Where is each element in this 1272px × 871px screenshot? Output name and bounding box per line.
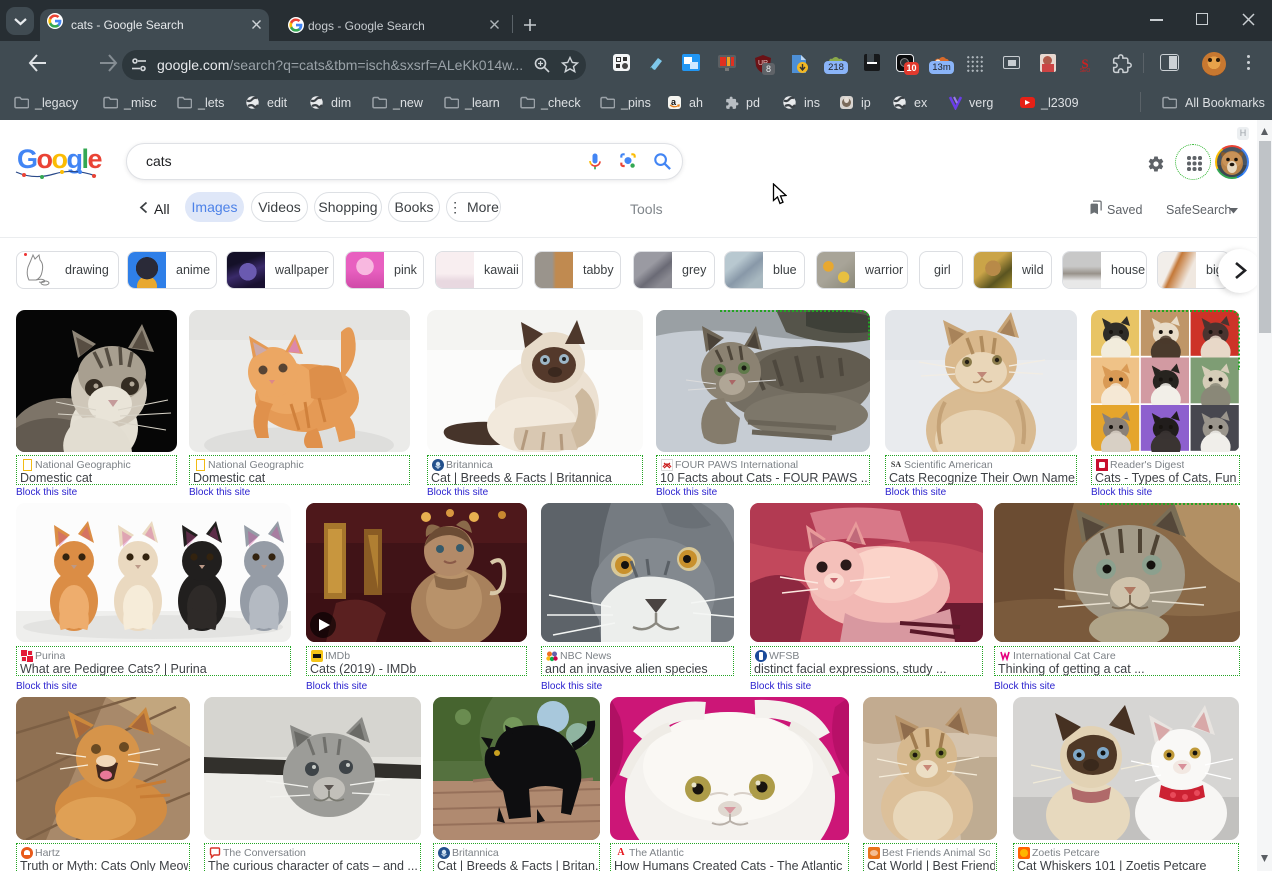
svg-text:SEO: SEO: [1080, 68, 1091, 74]
